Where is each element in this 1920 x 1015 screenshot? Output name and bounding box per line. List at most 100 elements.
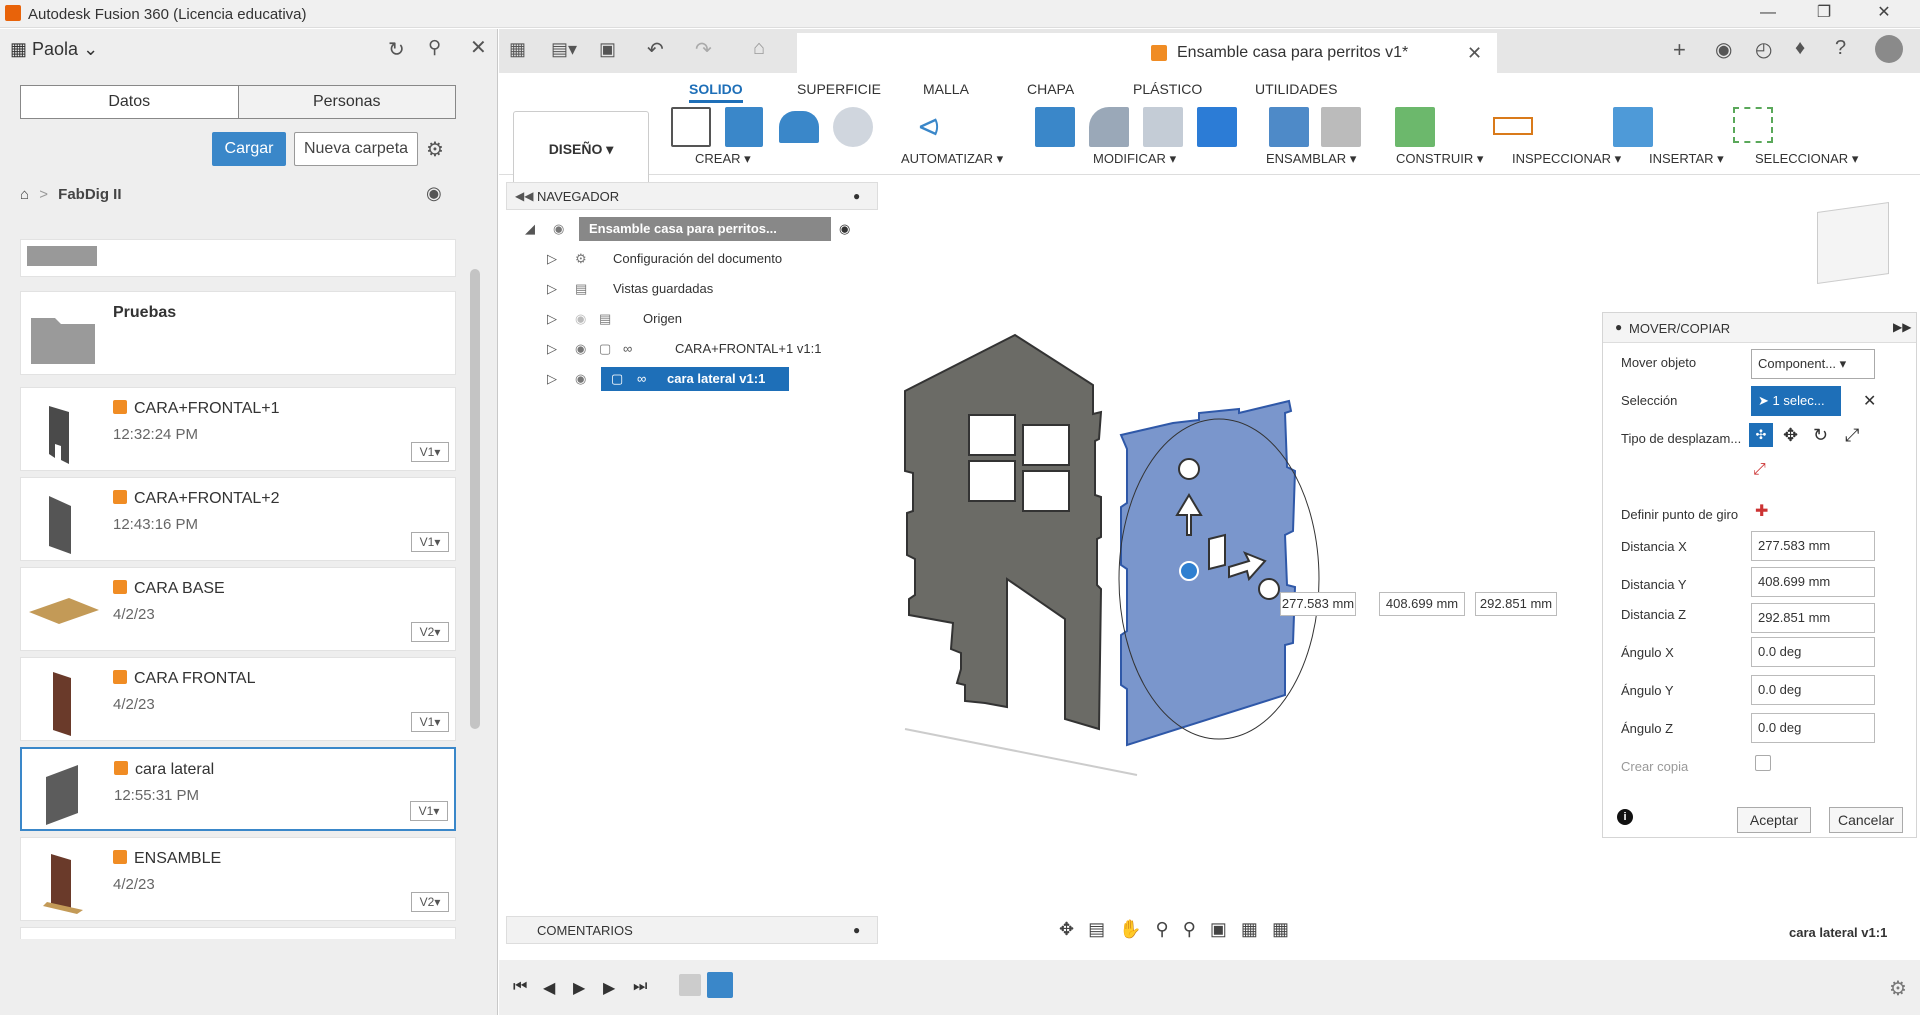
tab-solido[interactable]: SOLIDO <box>689 81 743 103</box>
tab-chapa[interactable]: CHAPA <box>1027 81 1074 97</box>
ang-y-input[interactable]: 0.0 deg <box>1751 675 1875 705</box>
new-tab-icon[interactable]: + <box>1673 37 1686 63</box>
orbit-icon[interactable]: ✥ <box>1059 919 1088 939</box>
free-move-icon[interactable]: ✣ <box>1749 423 1773 447</box>
home-icon[interactable]: ⌂ <box>20 186 29 203</box>
sketch-icon[interactable] <box>671 107 711 147</box>
combine-icon[interactable] <box>1197 107 1237 147</box>
rotate-icon[interactable]: ↻ <box>1813 425 1828 446</box>
translate-icon[interactable]: ✥ <box>1783 425 1798 446</box>
version-badge[interactable]: V1▾ <box>411 712 449 732</box>
pan-icon[interactable]: ✋ <box>1119 919 1155 939</box>
go-to-end-icon[interactable]: ⏭ <box>633 978 647 996</box>
play-icon[interactable]: ▶ <box>573 978 585 998</box>
selection-field[interactable]: ➤ 1 selec... <box>1751 386 1841 416</box>
eye-icon[interactable]: ◉ <box>575 367 586 391</box>
home-icon[interactable]: ⌂ <box>753 37 765 60</box>
extensions-icon[interactable]: ◉ <box>1715 37 1732 62</box>
hole-icon[interactable] <box>833 107 873 147</box>
create-copy-checkbox[interactable] <box>1755 755 1771 771</box>
help-icon[interactable]: ? <box>1835 37 1846 60</box>
tree-item[interactable]: ▷ ◉ ▤ Origen <box>519 307 819 331</box>
close-panel-icon[interactable]: ✕ <box>470 35 487 60</box>
extrude-icon[interactable] <box>725 107 763 147</box>
group-modificar[interactable]: MODIFICAR ▾ <box>1093 151 1176 167</box>
minimize-panel-icon[interactable]: ● <box>853 189 860 203</box>
tab-plastico[interactable]: PLÁSTICO <box>1133 81 1202 97</box>
cancel-button[interactable]: Cancelar <box>1829 807 1903 833</box>
file-icon[interactable]: ▤▾ <box>551 39 577 60</box>
list-item[interactable] <box>20 927 456 939</box>
new-component-icon[interactable] <box>1269 107 1309 147</box>
select-icon[interactable] <box>1733 107 1773 143</box>
expand-icon[interactable]: ▷ <box>547 307 557 331</box>
gear-icon[interactable]: ⚙ <box>426 137 444 162</box>
list-item[interactable]: ENSAMBLE 4/2/23 V2▾ <box>20 837 456 921</box>
group-crear[interactable]: CREAR ▾ <box>695 151 751 167</box>
fit-icon[interactable]: ⚲ <box>1183 919 1210 939</box>
automate-icon[interactable]: ⪦ <box>907 103 951 149</box>
list-item-selected[interactable]: cara lateral 12:55:31 PM V1▾ <box>20 747 456 831</box>
revolve-icon[interactable] <box>779 111 819 143</box>
save-icon[interactable]: ▣ <box>599 39 616 60</box>
display-settings-icon[interactable]: ▣ <box>1210 919 1241 939</box>
tab-malla[interactable]: MALLA <box>923 81 969 97</box>
press-pull-icon[interactable] <box>1035 107 1075 147</box>
upload-button[interactable]: Cargar <box>212 132 286 166</box>
timeline-move-icon[interactable] <box>707 972 733 998</box>
tree-item[interactable]: ▷ ⚙ Configuración del documento <box>519 247 819 271</box>
version-badge[interactable]: V1▾ <box>410 801 448 821</box>
expand-panel-icon[interactable]: ▶▶ <box>1893 320 1911 334</box>
joint-icon[interactable] <box>1321 107 1361 147</box>
undo-icon[interactable]: ↶ <box>647 37 664 62</box>
expand-icon[interactable]: ◢ <box>525 217 535 241</box>
close-button[interactable]: ✕ <box>1856 0 1912 28</box>
eye-hidden-icon[interactable]: ◉ <box>575 307 586 331</box>
group-automatizar[interactable]: AUTOMATIZAR ▾ <box>901 151 1003 167</box>
job-status-icon[interactable]: ◴ <box>1755 37 1772 62</box>
point-to-position-icon[interactable]: ⤢ <box>1753 461 1766 479</box>
version-badge[interactable]: V1▾ <box>411 442 449 462</box>
list-item[interactable]: CARA+FRONTAL+1 12:32:24 PM V1▾ <box>20 387 456 471</box>
expand-icon[interactable]: ▷ <box>547 367 557 391</box>
shell-icon[interactable] <box>1143 107 1183 147</box>
collapse-panel-icon[interactable]: ◀◀ <box>515 189 533 203</box>
step-forward-icon[interactable]: ▶ <box>603 978 615 998</box>
list-item[interactable]: CARA+FRONTAL+2 12:43:16 PM V1▾ <box>20 477 456 561</box>
refresh-icon[interactable]: ↻ <box>388 37 405 62</box>
tab-superficie[interactable]: SUPERFICIE <box>797 81 881 97</box>
tree-item-selected[interactable]: ▷ ◉ cara lateral v1:1 ▢ ∞ <box>519 367 819 391</box>
breadcrumb-project[interactable]: FabDig II <box>58 186 121 203</box>
timeline-settings-icon[interactable]: ⚙ <box>1889 976 1907 1001</box>
dim-y-input[interactable]: 408.699 mm <box>1379 592 1465 616</box>
close-tab-icon[interactable]: ✕ <box>1467 43 1482 64</box>
activate-icon[interactable]: ◉ <box>839 217 850 241</box>
info-icon[interactable]: i <box>1617 809 1633 825</box>
zoom-icon[interactable]: ⚲ <box>1156 919 1183 939</box>
workspace-switcher[interactable]: DISEÑO ▾ <box>513 111 649 185</box>
eye-icon[interactable]: ◉ <box>575 337 586 361</box>
eye-icon[interactable]: ◉ <box>553 217 564 241</box>
new-folder-button[interactable]: Nueva carpeta <box>294 132 418 166</box>
dist-y-input[interactable]: 408.699 mm <box>1751 567 1875 597</box>
viewport-3d[interactable] <box>899 299 1659 779</box>
group-ensamblar[interactable]: ENSAMBLAR ▾ <box>1266 151 1356 167</box>
restore-button[interactable]: ❐ <box>1796 0 1852 28</box>
ang-z-input[interactable]: 0.0 deg <box>1751 713 1875 743</box>
tab-utilidades[interactable]: UTILIDADES <box>1255 81 1337 97</box>
group-seleccionar[interactable]: SELECCIONAR ▾ <box>1755 151 1858 167</box>
group-inspeccionar[interactable]: INSPECCIONAR ▾ <box>1512 151 1621 167</box>
list-item[interactable]: CARA FRONTAL 4/2/23 V1▾ <box>20 657 456 741</box>
tree-item[interactable]: ▷ ◉ ▢ ∞ CARA+FRONTAL+1 v1:1 <box>519 337 859 361</box>
step-back-icon[interactable]: ◀ <box>543 978 555 998</box>
minus-icon[interactable]: ● <box>1615 320 1622 334</box>
list-item[interactable] <box>20 239 456 277</box>
expand-icon[interactable]: ▷ <box>547 337 557 361</box>
avatar[interactable] <box>1875 35 1903 63</box>
grid-settings-icon[interactable]: ▦ <box>1241 919 1272 939</box>
group-insertar[interactable]: INSERTAR ▾ <box>1649 151 1724 167</box>
dist-z-input[interactable]: 292.851 mm <box>1751 603 1875 633</box>
go-to-start-icon[interactable]: ⏮ <box>513 978 527 996</box>
globe-icon[interactable]: ◉ <box>426 183 442 204</box>
tree-item[interactable]: ▷ ▤ Vistas guardadas <box>519 277 819 301</box>
